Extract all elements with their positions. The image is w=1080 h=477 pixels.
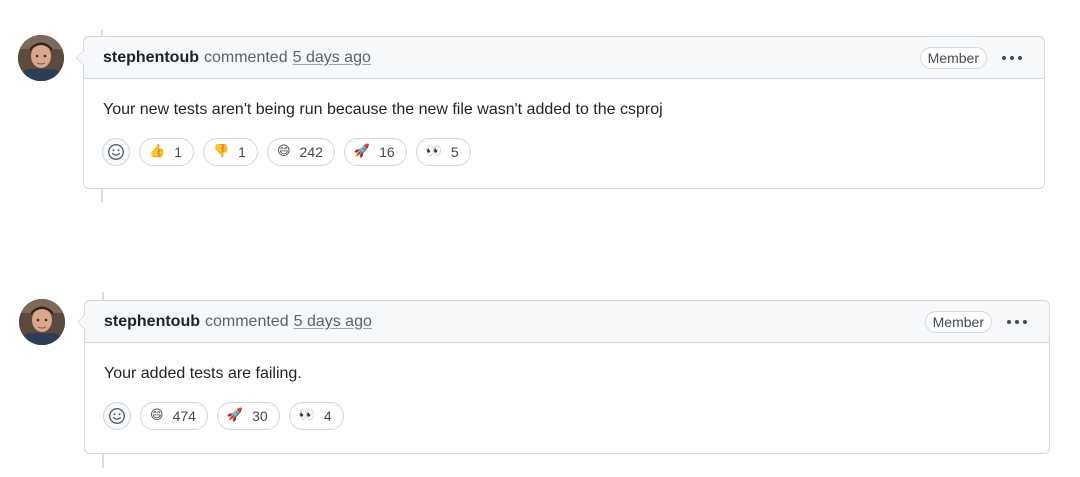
reactions-bar: 👍 1 👎 1 😄 242 🚀 16 👀 5	[84, 120, 1044, 166]
kebab-dot-icon	[1015, 319, 1019, 324]
reaction-rocket[interactable]: 🚀 30	[216, 402, 280, 430]
reaction-eyes[interactable]: 👀 5	[415, 138, 471, 166]
rocket-icon: 🚀	[226, 408, 244, 423]
rocket-icon: 🚀	[353, 144, 371, 159]
kebab-dot-icon	[1018, 55, 1022, 60]
comment-box: stephentoub commented 5 days ago Member …	[76, 36, 1045, 189]
smiley-icon	[107, 143, 125, 161]
avatar[interactable]	[19, 299, 65, 345]
kebab-dot-icon	[1002, 55, 1006, 60]
reaction-count: 4	[323, 408, 332, 424]
comment-action: commented	[204, 48, 288, 66]
reaction-count: 1	[238, 144, 246, 160]
reaction-count: 16	[379, 144, 395, 160]
timestamp-link[interactable]: 5 days ago	[294, 313, 372, 331]
eyes-icon: 👀	[425, 144, 442, 159]
smiley-icon	[108, 407, 126, 425]
reaction-count: 242	[299, 144, 323, 160]
more-options-button[interactable]	[1000, 52, 1024, 64]
author-link[interactable]: stephentoub	[104, 313, 200, 331]
comment-body: Your added tests are failing.	[104, 365, 302, 382]
reaction-thumbs-up[interactable]: 👍 1	[139, 138, 194, 166]
reactions-bar: 😄 474 🚀 30 👀 4	[85, 384, 1049, 430]
comment-action: commented	[205, 312, 289, 330]
reaction-count: 5	[450, 144, 459, 160]
reaction-count: 474	[172, 408, 196, 424]
kebab-dot-icon	[1010, 55, 1014, 60]
reaction-thumbs-down[interactable]: 👎 1	[202, 138, 258, 166]
eyes-icon: 👀	[298, 408, 315, 423]
reaction-rocket[interactable]: 🚀 16	[343, 138, 407, 166]
role-badge: Member	[919, 46, 987, 69]
reaction-count: 1	[174, 144, 182, 160]
add-reaction-button[interactable]	[102, 138, 130, 166]
comment-header: stephentoub commented 5 days ago Member	[85, 301, 1049, 343]
thumbs-down-icon: 👎	[212, 144, 230, 159]
reaction-laugh[interactable]: 😄 474	[140, 402, 208, 430]
reaction-count: 30	[252, 408, 268, 424]
thumbs-up-icon: 👍	[149, 144, 166, 159]
more-options-button[interactable]	[1005, 316, 1029, 328]
laugh-icon: 😄	[150, 408, 164, 423]
comment-header: stephentoub commented 5 days ago Member	[84, 37, 1044, 79]
reaction-laugh[interactable]: 😄 242	[266, 138, 335, 166]
avatar[interactable]	[18, 35, 64, 81]
kebab-dot-icon	[1007, 319, 1011, 324]
comment-box: stephentoub commented 5 days ago Member …	[77, 300, 1050, 454]
laugh-icon: 😄	[276, 144, 291, 159]
comment-body: Your new tests aren't being run because …	[103, 101, 663, 118]
kebab-dot-icon	[1023, 319, 1027, 324]
author-link[interactable]: stephentoub	[103, 49, 199, 67]
add-reaction-button[interactable]	[103, 402, 131, 430]
role-badge: Member	[924, 310, 992, 333]
timestamp-link[interactable]: 5 days ago	[293, 49, 371, 67]
reaction-eyes[interactable]: 👀 4	[288, 402, 344, 430]
